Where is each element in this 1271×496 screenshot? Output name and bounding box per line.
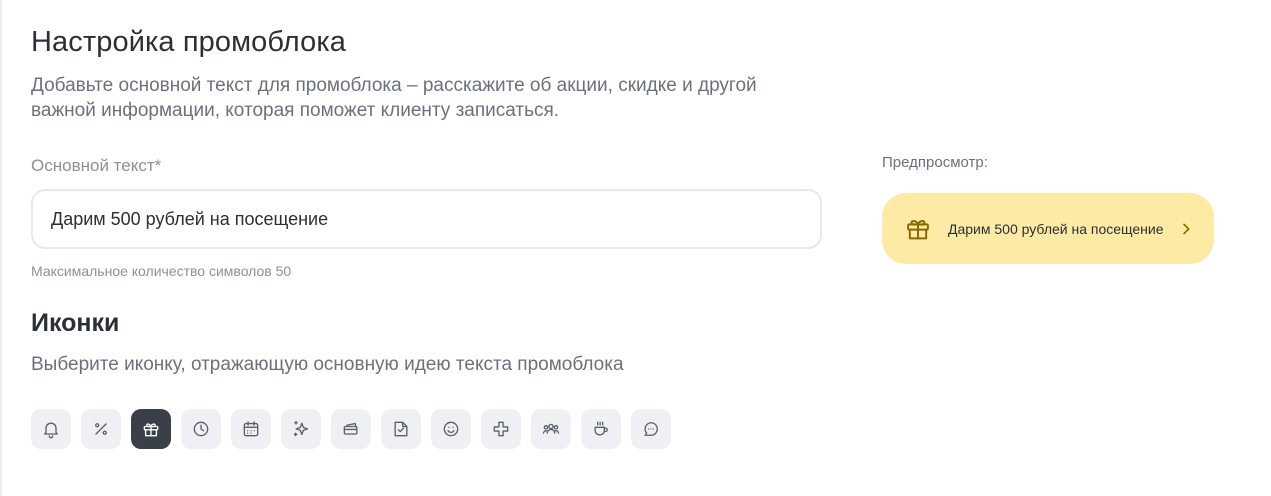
icon-option-sparkles[interactable] <box>281 409 321 449</box>
icon-option-people[interactable] <box>531 409 571 449</box>
icon-option-ticket[interactable] <box>381 409 421 449</box>
main-text-input[interactable] <box>31 189 822 249</box>
percent-icon <box>95 423 107 435</box>
icon-picker <box>31 409 671 449</box>
preview-text: Дарим 500 рублей на посещение <box>948 220 1164 237</box>
gift-icon <box>904 215 932 243</box>
clock-icon <box>193 421 209 437</box>
calendar-icon <box>243 421 259 437</box>
plus-icon <box>493 421 509 437</box>
icon-option-coffee[interactable] <box>581 409 621 449</box>
icons-section-subtitle: Выберите иконку, отражающую основную иде… <box>31 354 624 375</box>
bell-icon <box>44 422 58 439</box>
icon-option-cards[interactable] <box>331 409 371 449</box>
gift-icon <box>143 423 159 437</box>
main-text-label: Основной текст* <box>31 156 162 175</box>
icon-option-bell[interactable] <box>31 409 71 449</box>
page-title: Настройка промоблока <box>31 26 346 58</box>
left-divider <box>0 0 2 496</box>
icon-option-percent[interactable] <box>81 409 121 449</box>
icon-option-gift[interactable] <box>131 409 171 449</box>
icon-option-plus[interactable] <box>481 409 521 449</box>
page-subtitle: Добавьте основной текст для промоблока –… <box>31 75 757 121</box>
chevron-right-icon <box>1178 221 1194 237</box>
icons-section-title: Иконки <box>31 309 120 337</box>
promo-settings-page: Настройка промоблока Добавьте основной т… <box>0 0 1271 496</box>
ticket-icon <box>394 421 408 437</box>
character-limit-hint: Максимальное количество символов 50 <box>31 263 292 279</box>
smile-icon <box>443 421 459 437</box>
chat-icon <box>644 422 658 436</box>
preview-label: Предпросмотр: <box>882 154 988 171</box>
promo-preview-banner[interactable]: Дарим 500 рублей на посещение <box>882 193 1214 264</box>
icon-option-chat[interactable] <box>631 409 671 449</box>
people-icon <box>542 423 560 434</box>
cards-icon <box>343 422 358 435</box>
icon-option-smile[interactable] <box>431 409 471 449</box>
sparkles-icon <box>293 420 309 437</box>
icon-option-clock[interactable] <box>181 409 221 449</box>
icon-option-calendar[interactable] <box>231 409 271 449</box>
coffee-icon <box>594 421 608 436</box>
